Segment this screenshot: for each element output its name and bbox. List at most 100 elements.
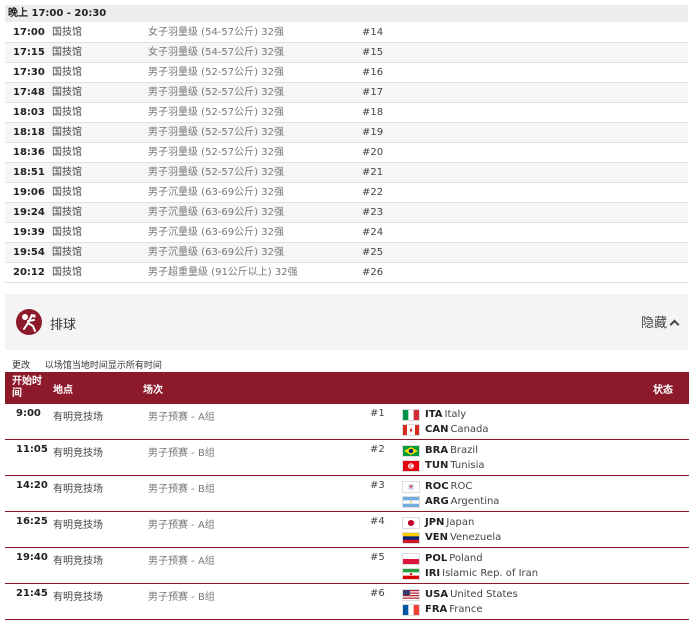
- table-row[interactable]: 14:20 有明竞技场 男子预赛 - B组 #3 ROC ROC ARG Argentina: [5, 476, 689, 512]
- team-name: Brazil: [450, 445, 478, 456]
- match-num: #21: [362, 167, 384, 178]
- team-code: TUN: [425, 460, 449, 471]
- match-num: #14: [362, 27, 384, 38]
- table-row[interactable]: 19:40 有明竞技场 男子预赛 - A组 #5 POL Poland IRI Islamic…: [5, 548, 689, 584]
- team-entry: FRA France: [401, 602, 483, 617]
- match-num: #3: [370, 480, 385, 491]
- table-row[interactable]: 16:25 有明竞技场 男子预赛 - A组 #4 JPN Japan VEN Venezuel…: [5, 512, 689, 548]
- team-code: USA: [425, 589, 449, 600]
- match-time: 19:24: [13, 207, 45, 218]
- sport-title: 排球: [50, 318, 77, 333]
- team-name: Argentina: [450, 496, 500, 507]
- match-event: 男子沉量级 (63-69公斤) 32强: [148, 207, 284, 218]
- match-time: 18:03: [13, 107, 45, 118]
- team-name: Tunisia: [450, 460, 485, 471]
- match-event: 男子羽量级 (52-57公斤) 32强: [148, 127, 284, 138]
- match-event: 女子羽量级 (54-57公斤) 32强: [148, 27, 284, 38]
- match-time: 19:39: [13, 227, 45, 238]
- match-num: #25: [362, 247, 384, 258]
- table-row: 19:06 国技馆 男子沉量级 (63-69公斤) 32强 #22: [5, 183, 688, 203]
- team-entry: USA United States: [401, 587, 518, 602]
- match-num: #5: [370, 552, 385, 563]
- match-venue: 国技馆: [52, 87, 82, 98]
- team-code: POL: [425, 553, 448, 564]
- match-event: 男子预赛 - A组: [148, 556, 215, 567]
- column-header-venue: 地点: [53, 385, 73, 396]
- team-name: Poland: [449, 553, 483, 564]
- match-num: #4: [370, 516, 385, 527]
- match-event: 男子羽量级 (52-57公斤) 32强: [148, 107, 284, 118]
- match-num: #18: [362, 107, 384, 118]
- match-venue: 有明竞技场: [53, 592, 103, 603]
- team-name: United States: [450, 589, 518, 600]
- team-code: ITA: [425, 409, 443, 420]
- match-num: #17: [362, 87, 384, 98]
- match-time: 17:30: [13, 67, 45, 78]
- chevron-up-icon: [669, 319, 680, 330]
- session-header: 晚上 17:00 - 20:30: [5, 5, 688, 22]
- match-num: #2: [370, 444, 385, 455]
- match-time: 19:40: [16, 552, 48, 563]
- table-row: 19:39 国技馆 男子沉量级 (63-69公斤) 32强 #24: [5, 223, 688, 243]
- match-venue: 国技馆: [52, 147, 82, 158]
- match-venue: 有明竞技场: [53, 556, 103, 567]
- match-event: 男子沉量级 (63-69公斤) 32强: [148, 247, 284, 258]
- match-venue: 国技馆: [52, 227, 82, 238]
- table-row: 18:51 国技馆 男子羽量级 (52-57公斤) 32强 #21: [5, 163, 688, 183]
- match-time: 9:00: [16, 408, 41, 419]
- team-name: Canada: [450, 424, 489, 435]
- column-header-status: 状态: [653, 385, 673, 396]
- team-entry: ROC ROC: [401, 479, 472, 494]
- flag-can-icon: [402, 424, 420, 436]
- table-row: 20:12 国技馆 男子超重量级 (91公斤以上) 32强 #26: [5, 263, 688, 283]
- hide-button[interactable]: 隐藏: [640, 312, 680, 331]
- schedule-table-header: 开始时间 地点 场次 状态: [5, 372, 689, 404]
- table-row: 17:00 国技馆 女子羽量级 (54-57公斤) 32强 #14: [5, 23, 688, 43]
- table-row: 18:18 国技馆 男子羽量级 (52-57公斤) 32强 #19: [5, 123, 688, 143]
- match-venue: 国技馆: [52, 247, 82, 258]
- match-num: #15: [362, 47, 384, 58]
- match-event: 男子沉量级 (63-69公斤) 32强: [148, 227, 284, 238]
- hide-label: 隐藏: [640, 316, 667, 331]
- match-time: 11:05: [16, 444, 48, 455]
- team-name: Italy: [444, 409, 467, 420]
- table-row[interactable]: 21:45 有明竞技场 男子预赛 - B组 #6 USA United States FRA…: [5, 584, 689, 620]
- match-time: 18:36: [13, 147, 45, 158]
- flag-iri-icon: [402, 568, 420, 580]
- team-name: France: [449, 604, 483, 615]
- flag-pol-icon: [402, 553, 420, 565]
- match-time: 14:20: [16, 480, 48, 491]
- table-row[interactable]: 9:00 有明竞技场 男子预赛 - A组 #1 ITA Italy CAN Canada: [5, 404, 689, 440]
- team-entry: POL Poland: [401, 551, 483, 566]
- match-time: 20:12: [13, 267, 45, 278]
- team-code: ROC: [425, 481, 449, 492]
- team-entry: BRA Brazil: [401, 443, 478, 458]
- match-time: 16:25: [16, 516, 48, 527]
- table-row: 17:48 国技馆 男子羽量级 (52-57公斤) 32强 #17: [5, 83, 688, 103]
- match-num: #1: [370, 408, 385, 419]
- team-entry: TUN Tunisia: [401, 458, 484, 473]
- volleyball-schedule-list: 9:00 有明竞技场 男子预赛 - A组 #1 ITA Italy CAN Canada 11:…: [5, 404, 689, 620]
- match-venue: 国技馆: [52, 67, 82, 78]
- flag-usa-icon: [402, 589, 420, 601]
- match-event: 男子预赛 - B组: [148, 448, 215, 459]
- match-venue: 有明竞技场: [53, 484, 103, 495]
- match-venue: 国技馆: [52, 187, 82, 198]
- match-venue: 有明竞技场: [53, 520, 103, 531]
- match-venue: 国技馆: [52, 267, 82, 278]
- team-entry: IRI Islamic Rep. of Iran: [401, 566, 538, 581]
- table-row: 18:36 国技馆 男子羽量级 (52-57公斤) 32强 #20: [5, 143, 688, 163]
- change-link[interactable]: 更改: [12, 361, 30, 371]
- match-num: #26: [362, 267, 384, 278]
- team-code: VEN: [425, 532, 448, 543]
- flag-jpn-icon: [402, 517, 420, 529]
- team-entry: ITA Italy: [401, 407, 466, 422]
- match-time: 17:48: [13, 87, 45, 98]
- match-event: 男子羽量级 (52-57公斤) 32强: [148, 167, 284, 178]
- sport-header-volleyball: 排球 隐藏: [5, 294, 688, 350]
- table-row[interactable]: 11:05 有明竞技场 男子预赛 - B组 #2 BRA Brazil TUN Tunisia: [5, 440, 689, 476]
- match-venue: 国技馆: [52, 207, 82, 218]
- match-event: 男子羽量级 (52-57公斤) 32强: [148, 87, 284, 98]
- match-venue: 国技馆: [52, 27, 82, 38]
- match-num: #20: [362, 147, 384, 158]
